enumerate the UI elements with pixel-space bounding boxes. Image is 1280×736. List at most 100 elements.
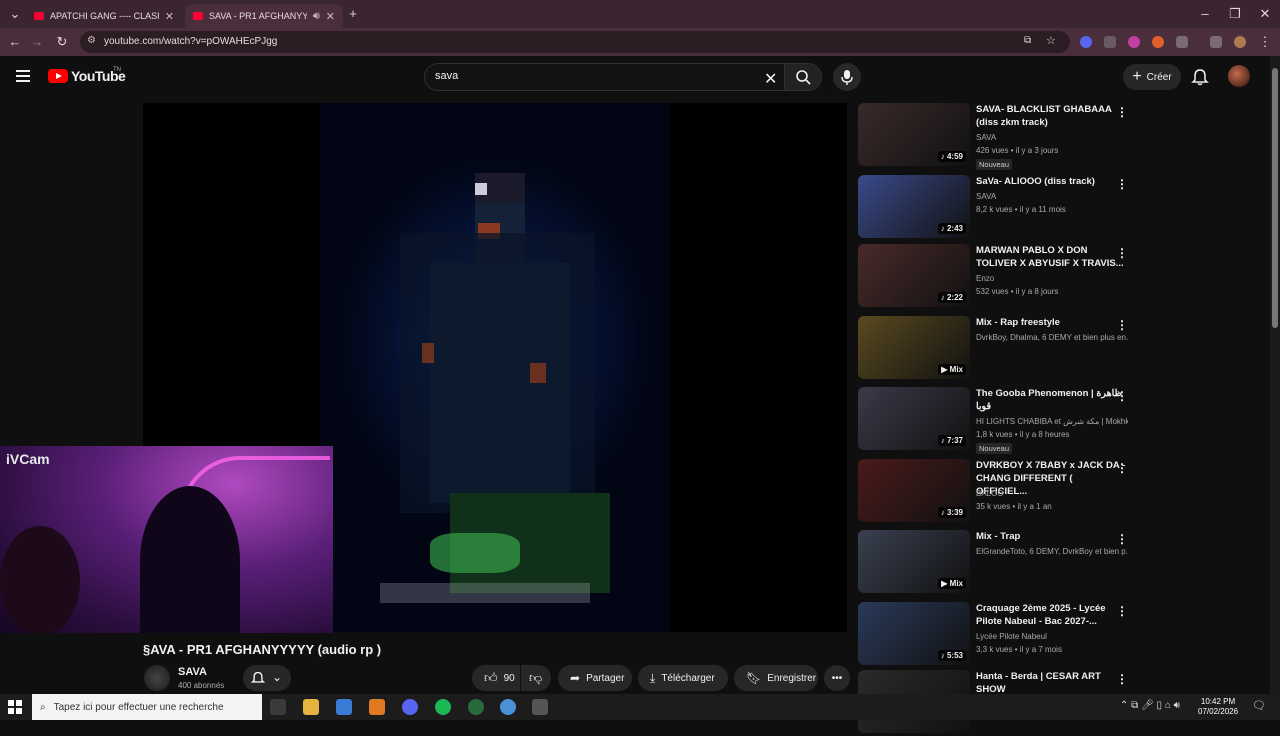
search-button[interactable] [784,63,822,91]
app-icon[interactable] [369,699,385,715]
forward-icon[interactable]: → [28,33,46,51]
recommendation-item[interactable]: ♪ 4:59 SAVA- BLACKLIST GHABAAA (diss zkm … [858,103,1128,170]
recommendation-channel[interactable]: SAVA [976,133,1128,142]
address-bar[interactable]: ⚙ youtube.com/watch?v=pOWAHEcPJgg ⧉ ☆ [80,31,1070,53]
search-input[interactable] [435,70,735,82]
video-thumbnail[interactable]: ♪ 2:43 [858,175,970,238]
task-view-icon[interactable] [270,699,286,715]
save-button[interactable]: 🔖︎ Enregistrer [734,665,818,691]
video-thumbnail[interactable]: ▶ Mix [858,530,970,593]
recommendation-title[interactable]: SaVa- ALIOOO (diss track) [976,175,1126,188]
menu-dots-icon[interactable]: ⋮ [1256,33,1274,51]
video-thumbnail[interactable]: ♪ 2:22 [858,244,970,307]
scrollbar-thumb[interactable] [1272,68,1278,328]
windows-start-icon[interactable] [8,700,22,714]
scrollbar[interactable] [1270,56,1280,694]
subscription-bell-button[interactable]: ⌄ [243,665,291,691]
channel-avatar[interactable] [144,665,170,691]
extension-icon[interactable] [1152,36,1164,48]
profile-avatar-icon[interactable] [1234,36,1246,48]
channel-name[interactable]: SAVA [178,666,207,678]
install-icon[interactable]: ⧉ [1024,35,1031,46]
search-box[interactable]: ✕ [424,63,786,91]
recommendation-title[interactable]: MARWAN PABLO X DON TOLIVER X ABYUSIF X T… [976,244,1126,270]
recommendation-channel[interactable]: SAVA [976,192,1128,201]
more-actions-button[interactable]: ••• [824,665,850,691]
more-options-icon[interactable]: ⋮ [1116,246,1128,260]
app-icon[interactable] [336,699,352,715]
recommendation-channel[interactable]: Lycée Pilote Nabeul [976,632,1128,641]
app-icon[interactable] [532,699,548,715]
reload-icon[interactable]: ↻ [53,33,71,51]
recommendation-title[interactable]: Mix - Rap freestyle [976,316,1126,329]
bookmark-star-icon[interactable]: ☆ [1046,34,1056,47]
puzzle-extensions-icon[interactable] [1176,36,1188,48]
more-options-icon[interactable]: ⋮ [1116,604,1128,618]
dislike-button[interactable]: 👎︎ [521,665,551,691]
voice-search-button[interactable] [833,63,861,91]
recommendation-item[interactable]: ▶ Mix Mix - Trap ElGrandeToto, 6 DEMY, Dvr… [858,530,1128,596]
more-options-icon[interactable]: ⋮ [1116,672,1128,686]
recommendation-channel[interactable]: DvrkBoy, Dhalma, 6 DEMY et bien plus en.… [976,333,1128,342]
notifications-icon[interactable]: 🗨︎ [1252,699,1266,712]
recommendation-title[interactable]: The Gooba Phenomenon | ظاهرة قوبا [976,387,1126,413]
new-tab-icon[interactable]: + [344,5,362,23]
clock[interactable]: 10:42 PM 07/02/2026 [1198,697,1238,717]
recommendation-title[interactable]: Craquage 2ème 2025 - Lycée Pilote Nabeul… [976,602,1126,628]
tab-sava[interactable]: SAVA - PR1 AFGHANYYYY 🔊︎ ✕ [185,4,343,28]
recommendation-item[interactable]: ♪ 3:39 DVRKBOY X 7BABY x JACK DA - CHANG … [858,459,1128,525]
more-options-icon[interactable]: ⋮ [1116,532,1128,546]
close-tab-icon[interactable]: ✕ [326,10,335,23]
recommendation-title[interactable]: Hanta - Berda | CESAR ART SHOW [976,670,1126,696]
tab-search-chevron-icon[interactable]: ⌄ [6,5,24,23]
like-button[interactable]: 👍︎ 90 [472,665,520,691]
video-thumbnail[interactable]: ♪ 4:59 [858,103,970,166]
recommendation-channel[interactable]: ElGrandeToto, 6 DEMY, DvrkBoy et bien p.… [976,547,1128,556]
extension-icon[interactable] [1104,36,1116,48]
share-button[interactable]: ➦ Partager [558,665,632,691]
more-options-icon[interactable]: ⋮ [1116,461,1128,475]
more-options-icon[interactable]: ⋮ [1116,105,1128,119]
discord-extension-icon[interactable] [1080,36,1092,48]
recommendation-channel[interactable]: BALOO [976,489,1128,498]
tab-apatchi[interactable]: APATCHI GANG ---- CLASH ✕ [26,4,182,28]
sidebar-icon[interactable] [1210,36,1222,48]
recommendation-channel[interactable]: Enzo [976,274,1128,283]
recommendation-item[interactable]: ♪ 2:43 SaVa- ALIOOO (diss track) SAVA 8,2 k… [858,175,1128,241]
download-button[interactable]: ⤓ Télécharger [638,665,728,691]
account-avatar[interactable] [1228,65,1250,87]
recommendation-channel[interactable]: HI LIGHTS CHABIBA et مكة شرش | Mokhk... [976,417,1128,426]
video-thumbnail[interactable]: ▶ Mix [858,316,970,379]
more-options-icon[interactable]: ⋮ [1116,177,1128,191]
clear-search-icon[interactable]: ✕ [764,69,777,89]
recommendation-item[interactable]: ▶ Mix Mix - Rap freestyle DvrkBoy, Dhalma,… [858,316,1128,382]
create-button[interactable]: + Créer [1123,64,1181,90]
video-thumbnail[interactable]: ♪ 3:39 [858,459,970,522]
hamburger-menu-icon[interactable] [16,70,30,82]
taskbar-search[interactable]: ⌕ Tapez ici pour effectuer une recherche [32,694,262,720]
system-tray-icons[interactable]: ⌃ ⧉ 🎤︎ ▯ ⌂ 🔊︎ [1120,700,1180,711]
extension-icon[interactable] [1128,36,1140,48]
file-explorer-icon[interactable] [303,699,319,715]
minimize-icon[interactable]: – [1196,5,1214,23]
more-options-icon[interactable]: ⋮ [1116,389,1128,403]
video-thumbnail[interactable]: ♪ 7:37 [858,387,970,450]
recommendation-item[interactable]: ♪ 7:37 The Gooba Phenomenon | ظاهرة قوبا H… [858,387,1128,454]
recommendation-item[interactable]: ♪ 2:22 MARWAN PABLO X DON TOLIVER X ABYUS… [858,244,1128,310]
app-icon[interactable] [468,699,484,715]
site-info-icon[interactable]: ⚙ [87,35,96,46]
restore-icon[interactable]: ❐ [1226,5,1244,23]
notifications-bell-icon[interactable] [1191,68,1209,86]
close-tab-icon[interactable]: ✕ [165,10,174,23]
recommendation-title[interactable]: SAVA- BLACKLIST GHABAAA (diss zkm track) [976,103,1126,129]
more-options-icon[interactable]: ⋮ [1116,318,1128,332]
spotify-icon[interactable] [435,699,451,715]
discord-icon[interactable] [402,699,418,715]
video-thumbnail[interactable]: ♪ 5:53 [858,602,970,665]
close-window-icon[interactable]: ✕ [1256,5,1274,23]
back-icon[interactable]: ← [6,33,24,51]
speaker-icon[interactable]: 🔊︎ [313,10,320,23]
chrome-icon[interactable] [500,699,516,715]
recommendation-title[interactable]: Mix - Trap [976,530,1126,543]
recommendation-item[interactable]: ♪ 5:53 Craquage 2ème 2025 - Lycée Pilote … [858,602,1128,668]
